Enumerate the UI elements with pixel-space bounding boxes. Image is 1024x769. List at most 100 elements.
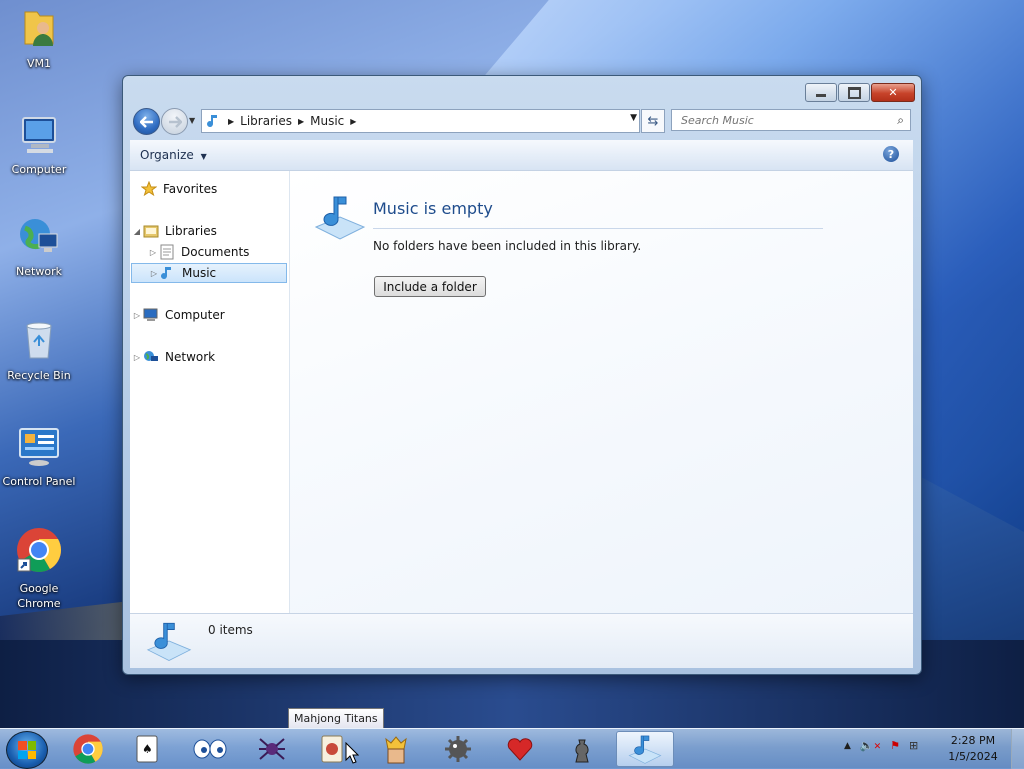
refresh-icon: ⇆ — [647, 113, 659, 129]
solitaire-icon: ♠ — [136, 735, 158, 763]
desktop-icon-label: Recycle Bin — [7, 369, 71, 382]
empty-library-description: No folders have been included in this li… — [373, 239, 642, 253]
music-library-icon — [146, 622, 192, 661]
chrome-icon — [73, 734, 103, 764]
taskbar: ♠ ▲ 🔈✕ ⚑ ⊞ 2:28 PM 1/5/2024 — [0, 728, 1024, 769]
desktop-icon-vm1[interactable]: VM1 — [0, 6, 78, 70]
taskbar-chess[interactable] — [556, 731, 608, 767]
help-button[interactable]: ? — [883, 146, 899, 162]
recent-pages-chevron-icon[interactable]: ▼ — [189, 116, 195, 125]
collapsed-arrow-icon[interactable]: ▷ — [132, 353, 142, 362]
breadcrumb-music[interactable]: Music — [310, 114, 344, 128]
help-icon: ? — [887, 147, 895, 161]
desktop-icon-label: Network — [16, 265, 62, 278]
action-center-flag-icon[interactable]: ⚑ — [890, 739, 900, 752]
tree-label: Network — [165, 350, 216, 364]
libraries-icon — [142, 223, 160, 239]
network-icon — [142, 349, 160, 365]
mouse-cursor-icon — [345, 742, 359, 764]
music-library-icon — [628, 735, 662, 764]
start-button[interactable] — [6, 731, 48, 769]
include-folder-button[interactable]: Include a folder — [374, 276, 486, 297]
hearts-icon — [507, 738, 533, 761]
desktop-icon-control-panel[interactable]: Control Panel — [0, 424, 78, 488]
mahjong-icon — [321, 735, 343, 763]
collapsed-arrow-icon[interactable]: ▷ — [149, 269, 159, 278]
collapsed-arrow-icon[interactable]: ▷ — [132, 311, 142, 320]
tree-item-favorites[interactable]: Favorites — [140, 179, 295, 199]
desktop-icon-label: VM1 — [26, 57, 51, 70]
search-box[interactable]: ⌕ — [671, 109, 911, 131]
command-bar: Organize ▼ ? — [130, 140, 913, 171]
chess-icon — [575, 739, 589, 763]
search-icon[interactable]: ⌕ — [897, 113, 904, 128]
music-note-icon — [159, 265, 177, 281]
search-input[interactable] — [679, 112, 883, 128]
navigation-bar: ▼ ▶ Libraries ▶ Music ▶ ▼ ⇆ ⌕ — [131, 107, 913, 135]
desktop-icon-network[interactable]: Network — [0, 214, 78, 278]
breadcrumb-separator-icon[interactable]: ▶ — [298, 117, 304, 126]
breadcrumb-libraries[interactable]: Libraries — [240, 114, 292, 128]
close-icon: ✕ — [888, 86, 898, 99]
network-status-icon[interactable]: ⊞ — [909, 739, 918, 752]
desktop-icon-label: Control Panel — [2, 475, 76, 488]
tree-label: Favorites — [163, 182, 218, 196]
show-desktop-button[interactable] — [1011, 729, 1024, 769]
taskbar-freecell[interactable] — [370, 731, 422, 767]
tree-item-documents[interactable]: ▷ Documents — [148, 242, 287, 262]
tree-item-libraries[interactable]: ◢ Libraries — [132, 221, 287, 241]
taskbar-eyes[interactable] — [184, 731, 236, 767]
tree-item-music[interactable]: ▷ Music — [131, 263, 287, 283]
tree-label: Libraries — [165, 224, 217, 238]
volume-muted-icon[interactable]: 🔈✕ — [860, 739, 881, 752]
desktop-icon-google-chrome[interactable]: Google Chrome — [0, 526, 78, 611]
taskbar-chrome[interactable] — [62, 731, 114, 767]
back-button[interactable] — [133, 108, 160, 135]
desktop-icon-label: Google Chrome — [17, 582, 61, 610]
expanded-arrow-icon[interactable]: ◢ — [132, 227, 142, 236]
close-button[interactable]: ✕ — [871, 83, 915, 102]
tree-label: Music — [182, 266, 217, 280]
taskbar-minesweeper[interactable] — [432, 731, 484, 767]
desktop-icon-recycle-bin[interactable]: Recycle Bin — [0, 318, 78, 382]
collapsed-arrow-icon[interactable]: ▷ — [148, 248, 158, 257]
breadcrumb-separator-icon[interactable]: ▶ — [228, 117, 234, 126]
minesweeper-icon — [445, 736, 471, 762]
empty-library-title: Music is empty — [373, 199, 493, 218]
music-library-icon — [314, 196, 366, 240]
content-pane[interactable]: Music is empty No folders have been incl… — [290, 171, 913, 613]
desktop-icon-computer[interactable]: Computer — [0, 112, 78, 176]
address-bar[interactable]: ▶ Libraries ▶ Music ▶ ▼ — [201, 109, 640, 133]
minimize-button[interactable] — [805, 83, 837, 102]
organize-label: Organize — [140, 148, 194, 162]
organize-menu-button[interactable]: Organize ▼ — [140, 148, 207, 162]
refresh-button[interactable]: ⇆ — [641, 109, 665, 133]
explorer-window[interactable]: ✕ ▼ ▶ Libraries ▶ Music ▶ ▼ ⇆ ⌕ Organiz — [122, 75, 922, 675]
documents-icon — [158, 244, 176, 260]
svg-text:♠: ♠ — [142, 742, 153, 756]
recycle-bin-icon — [26, 322, 52, 359]
breadcrumb-separator-icon[interactable]: ▶ — [350, 117, 356, 126]
eyes-icon — [193, 739, 227, 759]
system-tray: ▲ 🔈✕ ⚑ ⊞ — [844, 739, 918, 752]
details-pane: 0 items — [130, 613, 913, 668]
navigation-pane[interactable]: Favorites ◢ Libraries ▷ Documents ▷ Musi… — [130, 171, 290, 613]
taskbar-solitaire[interactable]: ♠ — [122, 731, 174, 767]
clock[interactable]: 2:28 PM 1/5/2024 — [942, 733, 1004, 765]
item-count: 0 items — [208, 623, 253, 637]
show-hidden-icons-button[interactable]: ▲ — [844, 741, 851, 752]
back-arrow-icon — [139, 115, 153, 128]
maximize-button[interactable] — [838, 83, 870, 102]
windows-logo-icon — [18, 741, 36, 759]
taskbar-music-library[interactable] — [616, 731, 674, 767]
clock-time: 2:28 PM — [950, 734, 996, 747]
tree-label: Documents — [181, 245, 250, 259]
maximize-icon — [847, 86, 861, 99]
tree-item-network[interactable]: ▷ Network — [132, 347, 287, 367]
forward-button[interactable] — [161, 108, 188, 135]
minimize-icon — [816, 94, 826, 97]
taskbar-hearts[interactable] — [494, 731, 546, 767]
taskbar-spider-solitaire[interactable] — [246, 731, 298, 767]
tree-item-computer[interactable]: ▷ Computer — [132, 305, 287, 325]
address-dropdown-icon[interactable]: ▼ — [630, 113, 637, 123]
